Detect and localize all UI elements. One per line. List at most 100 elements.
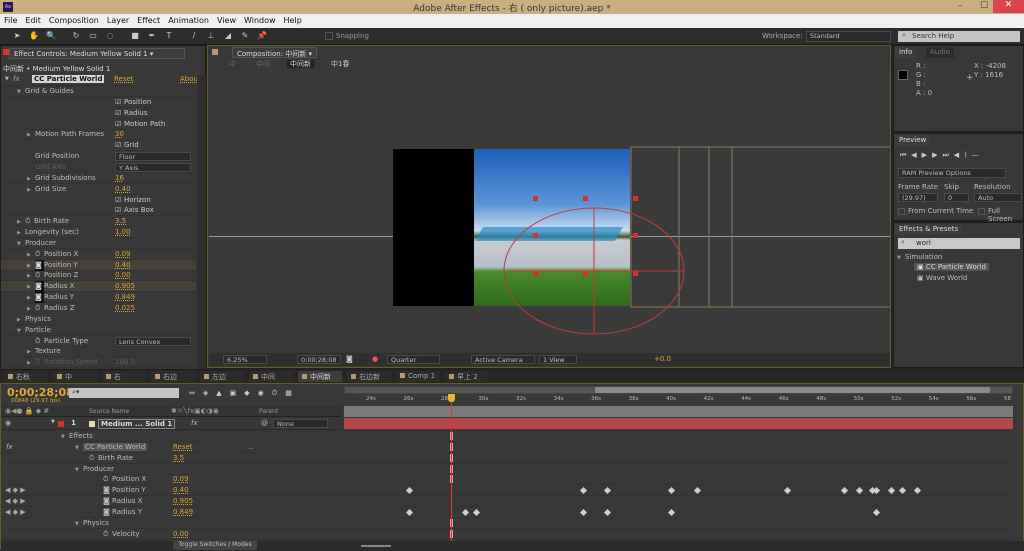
timeline-property-row[interactable]: ◙ Radius X 0.905 ◀ ◆ ▶ (1, 496, 1013, 508)
effect-param-row[interactable]: Grid Position Floor (1, 151, 196, 163)
timeline-tab[interactable]: 中间新 (298, 371, 342, 382)
effect-item-wave-world[interactable]: ▣ Wave World (914, 274, 970, 282)
timeline-property-row[interactable]: ⏱ Position X 0.09 (1, 474, 1013, 486)
twirl-open-icon[interactable]: ▼ (51, 419, 55, 425)
param-value[interactable]: 0.40 (115, 184, 131, 195)
channel-icon[interactable]: ● (372, 355, 378, 363)
tab-effect-controls[interactable]: Effect Controls: Medium Yellow Solid 1 ▾ (9, 48, 185, 59)
timeline-switch-icons[interactable]: ⇔◈▲▣◆◉⏱▦ (189, 389, 300, 398)
camera-dropdown[interactable]: Active Camera (471, 355, 535, 364)
work-area-navigator[interactable] (344, 386, 1013, 394)
category-simulation[interactable]: ▼ Simulation (897, 253, 942, 261)
keyframe[interactable] (694, 487, 702, 495)
menu-animation[interactable]: Animation (164, 14, 213, 25)
timeline-tab[interactable]: 中 (53, 371, 97, 382)
snapping-checkbox[interactable] (325, 32, 333, 40)
stopwatch-active-icon[interactable]: ◙ (103, 485, 112, 496)
stopwatch-icon[interactable]: ⏱ (103, 529, 112, 540)
property-value[interactable]: 3.5 (173, 453, 184, 464)
property-value[interactable]: Reset (173, 442, 193, 453)
effect-param-row[interactable]: Grid Axis Y Axis (1, 162, 196, 173)
effect-item-cc-particle-world[interactable]: ▣ CC Particle World (914, 263, 989, 271)
menu-window[interactable]: Window (240, 14, 280, 25)
effect-param-row[interactable]: ▶ ⏱ Birth Rate 3.5 (1, 216, 196, 228)
stopwatch-icon[interactable]: ⏱ (35, 270, 44, 281)
param-value[interactable]: 30 (115, 129, 124, 140)
keyframe[interactable] (405, 487, 413, 495)
menu-file[interactable]: File (0, 14, 21, 25)
playhead[interactable] (448, 394, 456, 541)
stopwatch-active-icon[interactable]: ◙ (35, 259, 44, 271)
property-value[interactable]: 0.849 (173, 507, 193, 518)
keyframe-navigator[interactable]: ◀ ◆ ▶ (5, 507, 26, 518)
stopwatch-icon[interactable]: ⏱ (89, 453, 98, 464)
effect-param-row[interactable]: ▶ ◙ Radius X 0.905 (1, 281, 196, 293)
param-value[interactable]: 0.09 (115, 249, 131, 260)
timeline-property-row[interactable]: ◙ Position Y 0.40 ◀ ◆ ▶ (1, 485, 1013, 497)
more-options[interactable]: ... (247, 442, 254, 453)
keyframe[interactable] (784, 487, 792, 495)
fx-icon[interactable]: fx (13, 75, 20, 83)
keyframe[interactable] (405, 508, 413, 516)
maximize-button[interactable]: ☐ (980, 1, 988, 11)
effect-param-row[interactable]: ☑ Axis Box (1, 205, 196, 217)
keyframe[interactable] (840, 487, 848, 495)
tab-composition[interactable]: Composition: 中间新 ▾ (232, 47, 318, 58)
effect-param-row[interactable]: ▶ ⏱ Position X 0.09 (1, 249, 196, 260)
layer-color-label[interactable] (58, 421, 64, 427)
effect-param-row[interactable]: ▶ Grid Size 0.40 (1, 184, 196, 195)
stopwatch-icon[interactable]: ⏱ (35, 249, 44, 260)
resolution-dropdown[interactable]: Auto (974, 193, 1022, 202)
timeline-property-row[interactable]: ▼ Effects (1, 431, 1013, 442)
breadcrumb-item[interactable]: 中间新 (287, 60, 314, 68)
keyframe[interactable] (461, 508, 469, 516)
param-value[interactable]: 0.849 (115, 292, 135, 303)
keyframe[interactable] (855, 487, 863, 495)
keyframe-navigator[interactable]: ◀ ◆ ▶ (5, 485, 26, 496)
breadcrumb-item[interactable]: 中间 (253, 60, 273, 68)
layer-duration-bar[interactable] (344, 418, 1013, 429)
work-area-bar[interactable] (595, 387, 990, 393)
zoom-tool-icon[interactable]: 🔍 (46, 31, 56, 41)
timeline-tab[interactable]: 早上 2 (445, 371, 489, 382)
stopwatch-icon[interactable]: ⏱ (35, 357, 44, 368)
camera-tool-icon[interactable]: ▭ (88, 31, 98, 41)
effects-search-input[interactable]: worl (898, 238, 1020, 249)
checkbox[interactable]: ☑ (115, 205, 121, 216)
effect-param-row[interactable]: ▶ ⏱ Radius Z 0.025 (1, 303, 196, 314)
clone-stamp-tool-icon[interactable]: ⊥ (206, 31, 216, 41)
exposure-value[interactable]: +0.0 (654, 355, 671, 363)
param-value[interactable]: 0.905 (115, 281, 135, 292)
playhead-handle[interactable] (448, 394, 456, 402)
parent-dropdown[interactable]: None (273, 419, 328, 428)
timeline-tab[interactable]: 左边 (200, 371, 244, 382)
rectangle-tool-icon[interactable]: ■ (130, 31, 140, 41)
keyframe-navigator[interactable]: ◀ ◆ ▶ (5, 496, 26, 507)
stopwatch-icon[interactable]: ⏱ (35, 336, 44, 347)
effect-param-row[interactable]: ▼ Grid & Guides (1, 86, 196, 97)
current-time-field[interactable]: 0;00;28;08 (297, 355, 341, 364)
checkbox[interactable]: ☑ (115, 195, 121, 206)
timeline-tab[interactable]: 右秋 (4, 371, 48, 382)
rotate-tool-icon[interactable]: ↻ (71, 31, 81, 41)
layer-name[interactable]: Medium ... Solid 1 (98, 419, 176, 429)
toggle-switches-modes-button[interactable]: Toggle Switches / Modes (173, 541, 257, 550)
ram-preview-options-dropdown[interactable]: RAM Preview Options (898, 168, 1006, 178)
checkbox[interactable]: ☑ (115, 119, 121, 130)
timeline-tab[interactable]: 中间 (249, 371, 293, 382)
breadcrumb-item[interactable]: 中 (226, 60, 239, 68)
effect-param-row[interactable]: ▶ Motion Path Frames 30 (1, 129, 196, 141)
param-dropdown[interactable]: Floor (115, 152, 191, 162)
timeline-property-row[interactable]: ▼ Physics (1, 518, 1013, 529)
timeline-property-row[interactable]: ▼ Producer (1, 464, 1013, 475)
pan-behind-tool-icon[interactable]: ◌ (105, 31, 115, 41)
roto-brush-tool-icon[interactable]: ✎ (240, 31, 250, 41)
about-link[interactable]: Abou (180, 75, 198, 83)
property-value[interactable]: 0.00 (173, 529, 189, 540)
keyframe[interactable] (872, 487, 880, 495)
timeline-property-row[interactable]: ▼ CC Particle World fx Reset... (1, 442, 1013, 453)
effect-param-row[interactable]: ▶ Longevity (sec) 1.00 (1, 227, 196, 239)
timeline-search-input[interactable]: ⌕▾ (69, 388, 179, 398)
menu-view[interactable]: View (213, 14, 240, 25)
effect-param-row[interactable]: ▼ Producer (1, 238, 196, 249)
